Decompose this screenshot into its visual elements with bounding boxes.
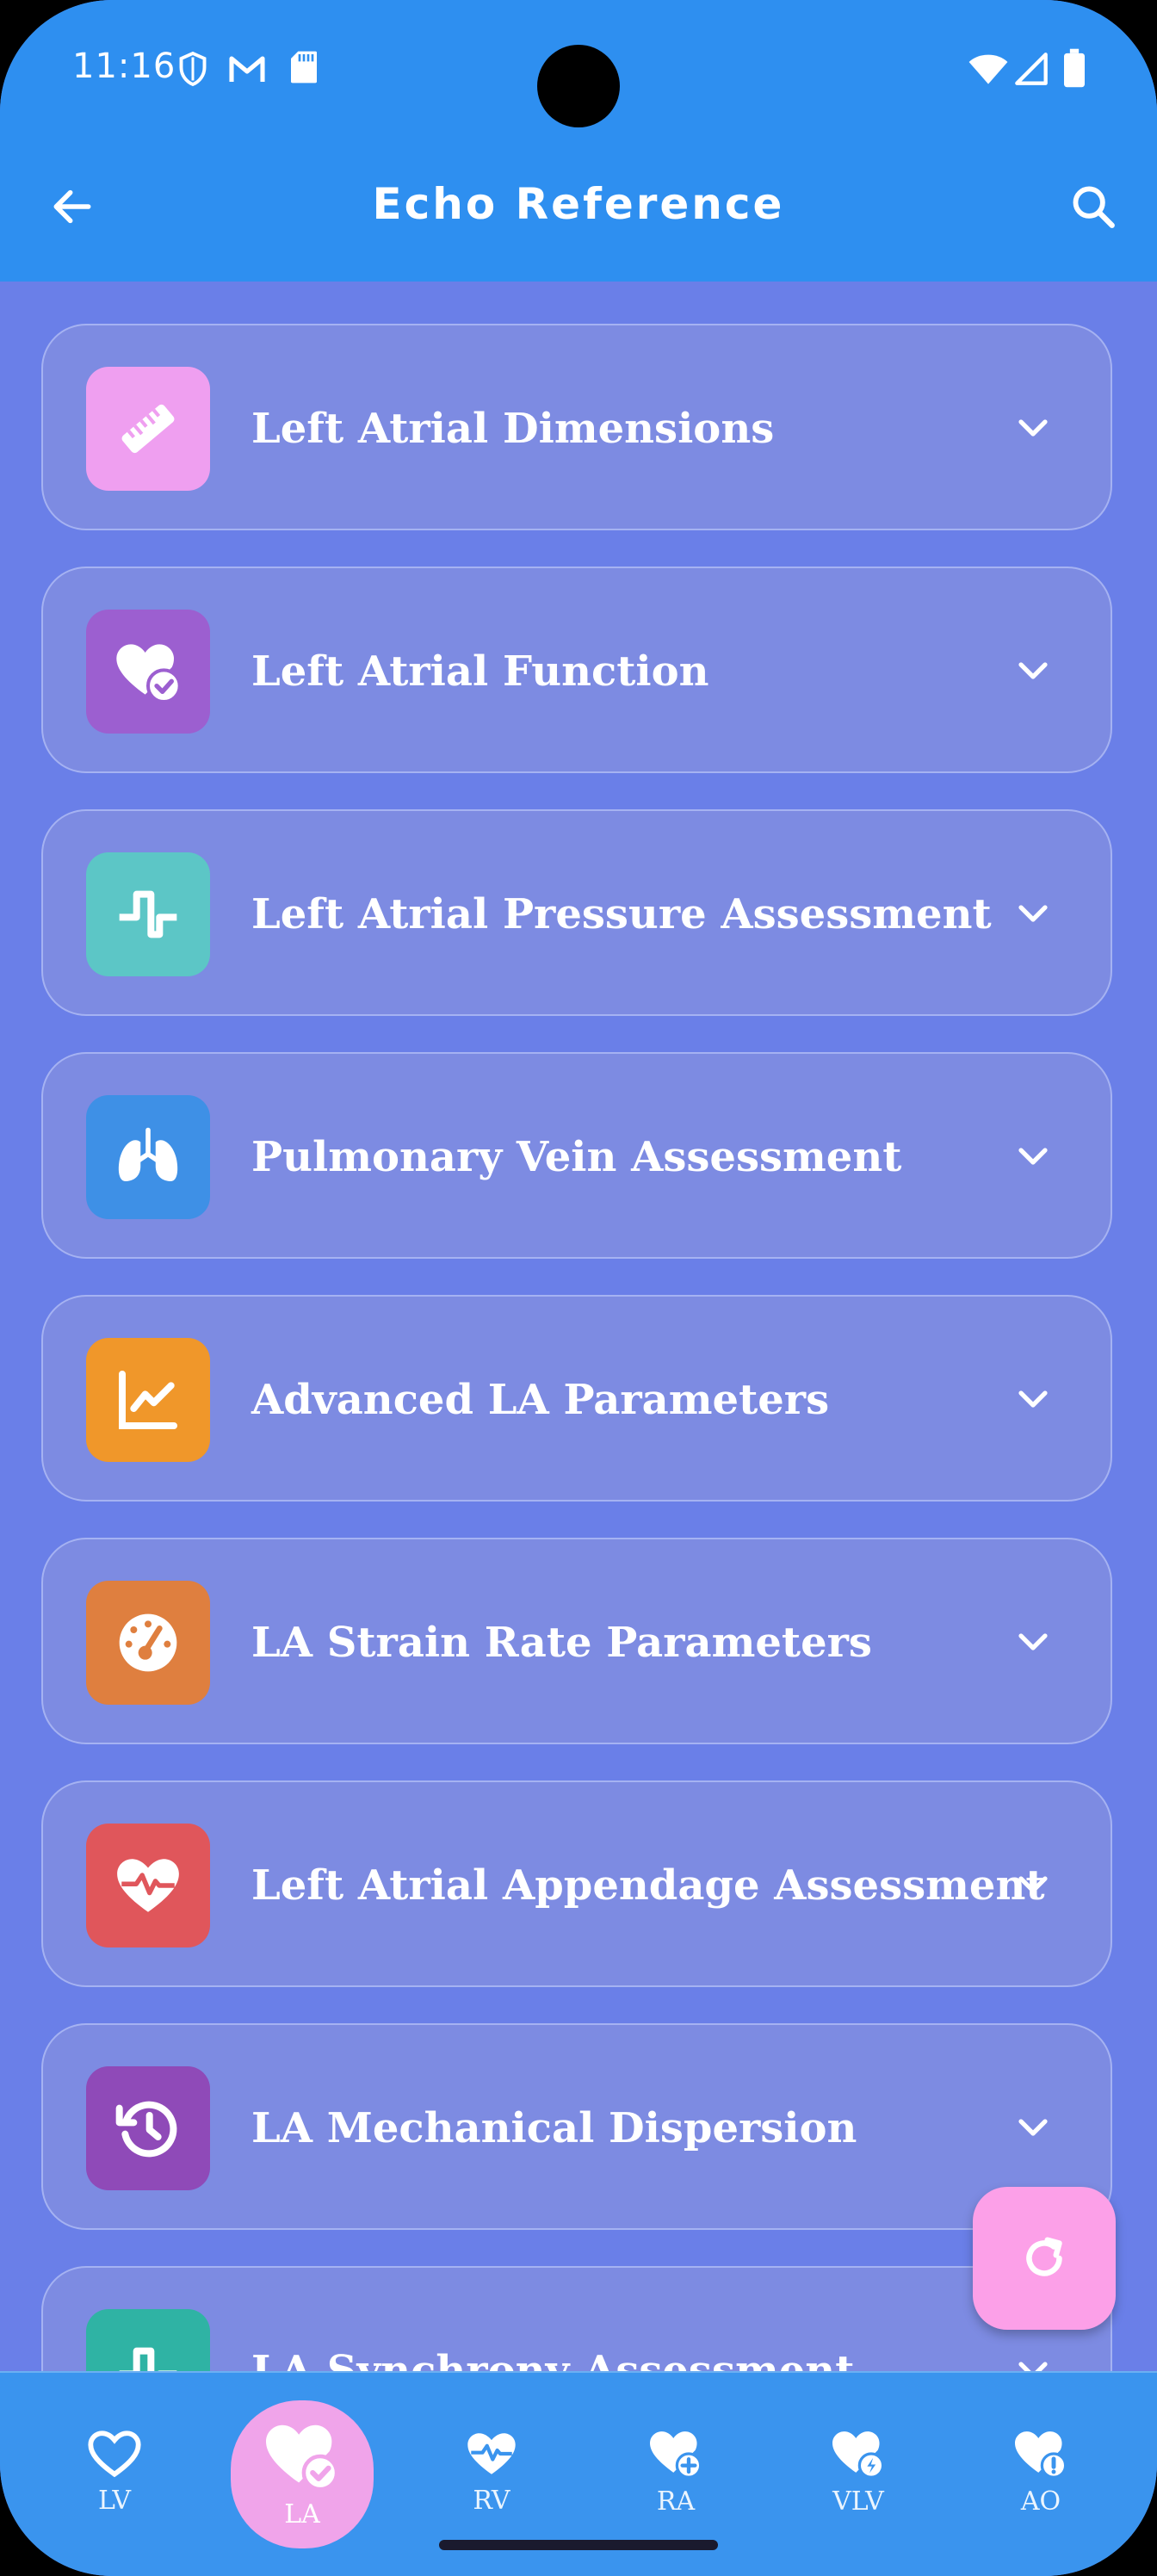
section-label: Advanced LA Parameters	[251, 1376, 830, 1424]
nav-label: RV	[473, 2485, 510, 2516]
heart-bolt-icon	[832, 2430, 885, 2479]
nav-item-lv[interactable]: LV	[41, 2399, 188, 2545]
section-card-left-atrial-function[interactable]: Left Atrial Function	[41, 567, 1112, 773]
heart-alert-icon	[1015, 2430, 1067, 2479]
section-label: LA Mechanical Dispersion	[251, 2104, 857, 2152]
ruler-icon	[121, 404, 175, 454]
phone-screen: 11:16 Echo Reference Left Atrial Dimensi…	[0, 0, 1157, 2576]
section-label: Left Atrial Dimensions	[251, 405, 775, 453]
section-label: Left Atrial Appendage Assessment	[251, 1861, 1045, 1910]
chevron-down-icon	[1018, 905, 1048, 922]
search-button[interactable]	[1059, 172, 1128, 241]
gauge-icon	[119, 1613, 177, 1672]
refresh-icon	[1026, 2237, 1062, 2276]
nav-label: RA	[656, 2486, 696, 2517]
history-icon	[115, 2101, 177, 2158]
section-label: Pulmonary Vein Assessment	[251, 1133, 902, 1181]
chevron-down-icon	[1018, 2119, 1048, 2136]
section-card-left-atrial-pressure-assessment[interactable]: Left Atrial Pressure Assessment	[41, 809, 1112, 1016]
nav-item-vlv[interactable]: VLV	[785, 2399, 931, 2545]
camera-cutout	[537, 45, 620, 127]
heart-check-icon	[116, 644, 182, 703]
square-wave-icon	[119, 890, 177, 938]
status-time: 11:16	[72, 46, 176, 86]
section-label: Left Atrial Pressure Assessment	[251, 890, 992, 938]
battery-icon	[1064, 48, 1085, 91]
section-tile	[86, 852, 210, 976]
chevron-down-icon	[1018, 1633, 1048, 1650]
home-indicator[interactable]	[439, 2540, 718, 2550]
section-tile	[86, 1338, 210, 1462]
chevron-down-icon	[1018, 662, 1048, 679]
chevron-down-icon	[1018, 1148, 1048, 1165]
section-tile	[86, 1581, 210, 1705]
nav-label: AO	[1020, 2486, 1061, 2517]
heart-outline-icon	[88, 2430, 141, 2477]
shield-icon	[177, 50, 208, 91]
app-bar: 11:16 Echo Reference	[0, 0, 1157, 282]
chevron-down-icon	[1018, 1390, 1048, 1408]
chevron-down-icon	[1018, 419, 1048, 437]
refresh-fab[interactable]	[973, 2187, 1116, 2330]
heart-pulse-icon	[467, 2432, 516, 2474]
chevron-down-icon	[1018, 1876, 1048, 1893]
gmail-icon	[227, 53, 267, 88]
section-tile	[86, 1095, 210, 1219]
section-card-left-atrial-dimensions[interactable]: Left Atrial Dimensions	[41, 324, 1112, 530]
wifi-icon	[968, 52, 1009, 90]
section-label: Left Atrial Function	[251, 647, 709, 696]
page-title: Echo Reference	[372, 179, 785, 229]
section-label: LA Strain Rate Parameters	[251, 1619, 872, 1667]
nav-item-ao[interactable]: AO	[968, 2399, 1114, 2545]
nav-label: LA	[284, 2499, 320, 2530]
search-icon	[1073, 186, 1115, 228]
cell-signal-icon	[1014, 52, 1049, 90]
section-card-advanced-la-parameters[interactable]: Advanced LA Parameters	[41, 1295, 1112, 1502]
section-tile	[86, 610, 210, 734]
section-tile	[86, 1824, 210, 1947]
nav-label: LV	[97, 2485, 132, 2516]
lungs-icon	[118, 1127, 178, 1181]
section-tile	[86, 2066, 210, 2190]
section-tile	[86, 367, 210, 491]
section-card-la-mechanical-dispersion[interactable]: LA Mechanical Dispersion	[41, 2023, 1112, 2230]
heart-pulse-icon	[117, 1859, 179, 1912]
heart-check-icon	[266, 2424, 339, 2491]
section-card-la-strain-rate-parameters[interactable]: LA Strain Rate Parameters	[41, 1538, 1112, 1744]
nav-label: VLV	[832, 2486, 884, 2517]
line-chart-icon	[119, 1371, 177, 1429]
section-card-left-atrial-appendage-assessment[interactable]: Left Atrial Appendage Assessment	[41, 1780, 1112, 1987]
nav-item-ra[interactable]: RA	[603, 2399, 749, 2545]
heart-plus-icon	[650, 2430, 702, 2479]
section-card-pulmonary-vein-assessment[interactable]: Pulmonary Vein Assessment	[41, 1052, 1112, 1259]
nav-item-rv[interactable]: RV	[418, 2399, 565, 2545]
nav-item-la[interactable]: LA	[231, 2400, 374, 2548]
sd-card-icon	[289, 50, 319, 88]
